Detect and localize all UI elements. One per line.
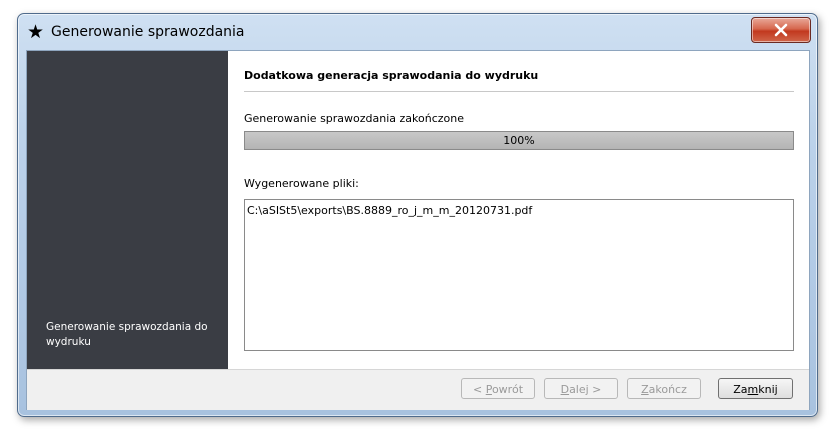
close-button[interactable]: Zamknij	[718, 378, 793, 399]
title-bar[interactable]: ★ Generowanie sprawozdania	[18, 14, 817, 50]
generated-files-label: Wygenerowane pliki:	[244, 177, 359, 190]
back-button-rest: owrót	[491, 383, 524, 396]
progress-bar: 100%	[244, 131, 794, 150]
next-button-mnemonic: D	[560, 383, 570, 396]
finish-button-mnemonic: Z	[641, 383, 649, 396]
finish-button-rest: akończ	[648, 383, 687, 396]
generated-files-list[interactable]: C:\aSISt5\exports\BS.8889_ro_j_m_m_20120…	[244, 199, 794, 351]
window-title: Generowanie sprawozdania	[51, 24, 245, 40]
star-icon: ★	[27, 21, 45, 43]
section-title: Dodatkowa generacja sprawodania do wydru…	[244, 69, 539, 82]
close-x-icon	[774, 23, 788, 37]
close-button-mnemonic: m	[747, 383, 759, 396]
window-close-button[interactable]	[751, 17, 811, 43]
progress-text: 100%	[503, 134, 535, 147]
next-button[interactable]: Dalej >	[544, 378, 618, 399]
back-button-prefix: <	[472, 383, 486, 396]
back-button[interactable]: < Powrót	[461, 378, 535, 399]
status-label: Generowanie sprawozdania zakończone	[244, 112, 465, 125]
wizard-content: Dodatkowa generacja sprawodania do wydru…	[228, 51, 809, 369]
sidebar-step-label: Generowanie sprawozdania do wydruku	[46, 321, 208, 348]
file-list-item[interactable]: C:\aSISt5\exports\BS.8889_ro_j_m_m_20120…	[247, 204, 532, 217]
wizard-sidebar: Generowanie sprawozdania do wydruku	[27, 51, 228, 369]
dialog-window: ★ Generowanie sprawozdania Generowanie s…	[17, 13, 818, 417]
close-button-rest: knij	[758, 383, 778, 396]
close-button-prefix: Za	[733, 383, 748, 396]
wizard-footer: < Powrót Dalej > Zakończ Zamknij	[27, 369, 809, 410]
next-button-rest: alej >	[569, 383, 602, 396]
finish-button[interactable]: Zakończ	[627, 378, 701, 399]
section-divider	[244, 91, 794, 92]
dialog-client-area: Generowanie sprawozdania do wydruku Doda…	[26, 50, 810, 410]
